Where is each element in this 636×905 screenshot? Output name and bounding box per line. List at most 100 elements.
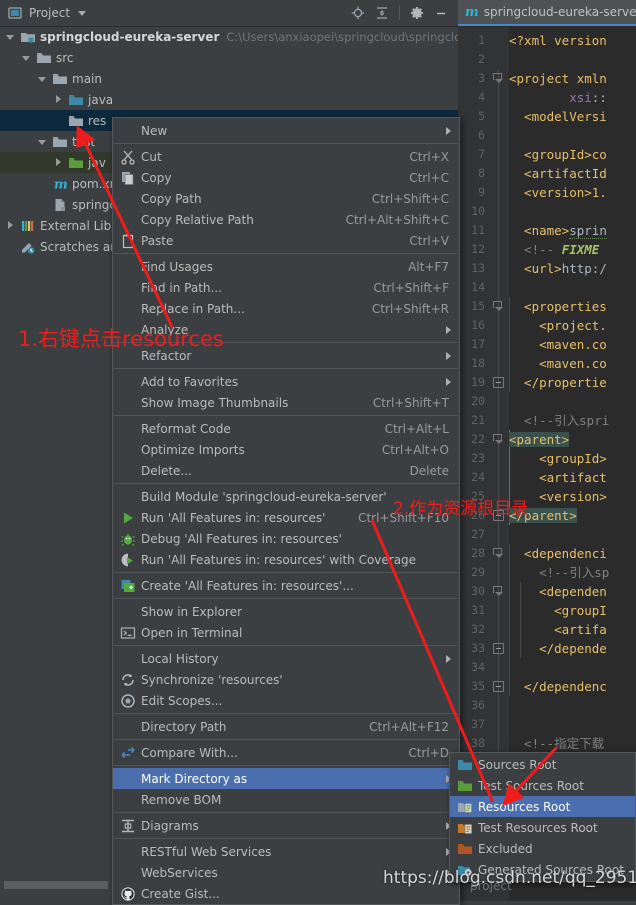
line-number: 37 xyxy=(471,717,485,731)
chevron-down-icon[interactable] xyxy=(38,74,48,84)
chevron-right-icon[interactable] xyxy=(54,157,64,168)
chevron-down-icon[interactable] xyxy=(38,137,48,147)
code-line: <artifact xyxy=(509,470,607,485)
menu-item-edit-scopes[interactable]: Edit Scopes... xyxy=(113,690,459,711)
menu-item-label: Debug 'All Features in: resources' xyxy=(141,531,342,546)
line-number: 15 xyxy=(471,299,485,313)
submenu-item-test-resources-root[interactable]: Test Resources Root xyxy=(450,817,635,838)
submenu-item-sources-root[interactable]: Sources Root xyxy=(450,754,635,775)
menu-item-optimize-imports[interactable]: Optimize Imports Ctrl+Alt+O xyxy=(113,439,459,460)
code-line: <dependenci xyxy=(509,546,607,561)
code-line: <artifa xyxy=(509,622,607,637)
fold-toggle-line-30[interactable] xyxy=(493,586,504,597)
menu-item-cut[interactable]: Cut Ctrl+X xyxy=(113,146,459,167)
menu-item-shortcut: Alt+F7 xyxy=(408,259,449,274)
mark-directory-as-submenu[interactable]: Sources Root Test Sources Root Resources R… xyxy=(449,752,636,882)
tree-node-main[interactable]: main xyxy=(0,68,458,89)
menu-item-find-in-path[interactable]: Find in Path... Ctrl+Shift+F xyxy=(113,277,459,298)
sync-icon xyxy=(120,672,136,688)
menu-item-reformat-code[interactable]: Reformat Code Ctrl+Alt+L xyxy=(113,418,459,439)
menu-item-debug-all-features-in-resources[interactable]: Debug 'All Features in: resources' xyxy=(113,528,459,549)
menu-item-label: Open in Terminal xyxy=(141,625,243,640)
menu-item-copy-relative-path[interactable]: Copy Relative Path Ctrl+Alt+Shift+C xyxy=(113,209,459,230)
line-number: 2 xyxy=(478,52,485,66)
submenu-arrow-icon xyxy=(446,655,451,663)
menu-item-add-to-favorites[interactable]: Add to Favorites xyxy=(113,371,459,392)
menu-separator xyxy=(114,812,458,813)
menu-item-remove-bom[interactable]: Remove BOM xyxy=(113,789,459,810)
fold-toggle-line-19[interactable] xyxy=(493,377,504,388)
fold-toggle-line-22[interactable] xyxy=(493,434,504,445)
menu-item-show-in-explorer[interactable]: Show in Explorer xyxy=(113,601,459,622)
menu-item-restful-web-services[interactable]: RESTful Web Services xyxy=(113,841,459,862)
menu-item-delete[interactable]: Delete... Delete xyxy=(113,460,459,481)
tree-node-src[interactable]: src xyxy=(0,47,458,68)
menu-item-label: Find Usages xyxy=(141,259,214,274)
menu-item-compare-with[interactable]: Compare With... Ctrl+D xyxy=(113,742,459,763)
chevron-down-icon[interactable] xyxy=(22,53,32,63)
code-line: <!-- FIXME xyxy=(509,242,600,257)
menu-item-new[interactable]: New xyxy=(113,120,459,141)
submenu-item-test-sources-root[interactable]: Test Sources Root xyxy=(450,775,635,796)
menu-item-label: Refactor xyxy=(141,348,192,363)
tree-node-springcloud-eureka-server[interactable]: springcloud-eureka-server C:\Users\anxiao… xyxy=(0,26,458,47)
menu-item-shortcut: Ctrl+Alt+Shift+C xyxy=(345,212,449,227)
code-line: <project xmln xyxy=(509,71,607,86)
fold-toggle-line-28[interactable] xyxy=(493,548,504,559)
menu-item-show-image-thumbnails[interactable]: Show Image Thumbnails Ctrl+Shift+T xyxy=(113,392,459,413)
minimize-icon[interactable] xyxy=(430,2,452,24)
fold-toggle-line-35[interactable] xyxy=(493,681,504,692)
menu-item-find-usages[interactable]: Find Usages Alt+F7 xyxy=(113,256,459,277)
sources-root-icon xyxy=(457,757,473,773)
copy-icon xyxy=(120,170,136,186)
terminal-icon xyxy=(120,625,136,641)
code-line: xsi:: xyxy=(569,90,607,105)
submenu-item-excluded[interactable]: Excluded xyxy=(450,838,635,859)
chevron-right-icon[interactable] xyxy=(6,220,16,231)
menu-item-copy-path[interactable]: Copy Path Ctrl+Shift+C xyxy=(113,188,459,209)
gear-icon[interactable] xyxy=(406,2,428,24)
context-menu[interactable]: New Cut Ctrl+X Copy Ctrl+C Copy Path Ctrl+Shif… xyxy=(112,117,460,905)
github-icon xyxy=(120,886,136,902)
menu-item-synchronize-resources[interactable]: Synchronize 'resources' xyxy=(113,669,459,690)
menu-item-run-all-features-in-resources[interactable]: Run 'All Features in: resources' Ctrl+Shi… xyxy=(113,507,459,528)
tool-window-header: Project xyxy=(0,0,458,27)
tree-node-java[interactable]: java xyxy=(0,89,458,110)
line-number: 31 xyxy=(471,603,485,617)
menu-item-mark-directory-as[interactable]: Mark Directory as xyxy=(113,768,459,789)
menu-item-create-all-features-in-resources[interactable]: Create 'All Features in: resources'... xyxy=(113,575,459,596)
menu-item-directory-path[interactable]: Directory Path Ctrl+Alt+F12 xyxy=(113,716,459,737)
menu-item-icon-placeholder xyxy=(120,123,136,139)
scopes-icon xyxy=(120,693,136,709)
menu-item-diagrams[interactable]: Diagrams xyxy=(113,815,459,836)
compare-icon xyxy=(120,745,136,761)
submenu-item-resources-root[interactable]: Resources Root xyxy=(450,796,635,817)
menu-item-shortcut: Ctrl+Alt+O xyxy=(381,442,449,457)
menu-item-run-all-features-in-resources-with-coverage[interactable]: Run 'All Features in: resources' with Co… xyxy=(113,549,459,570)
editor-tab-pom-xml[interactable]: m springcloud-eureka-server xyxy=(458,0,636,26)
code-line: <url>http:/ xyxy=(509,261,607,276)
fold-toggle-line-3[interactable] xyxy=(493,73,504,84)
watermark-label: project xyxy=(470,879,512,893)
fold-toggle-line-26[interactable] xyxy=(493,510,504,521)
menu-item-local-history[interactable]: Local History xyxy=(113,648,459,669)
menu-item-replace-in-path[interactable]: Replace in Path... Ctrl+Shift+R xyxy=(113,298,459,319)
menu-item-build-module-springcloud-eureka-server[interactable]: Build Module 'springcloud-eureka-server' xyxy=(113,486,459,507)
menu-item-refactor[interactable]: Refactor xyxy=(113,345,459,366)
chevron-down-icon[interactable] xyxy=(6,32,16,42)
fold-toggle-line-33[interactable] xyxy=(493,643,504,654)
menu-item-shortcut: Ctrl+Alt+L xyxy=(384,421,449,436)
horizontal-scrollbar-thumb[interactable] xyxy=(4,881,108,889)
menu-item-label: Cut xyxy=(141,149,162,164)
menu-item-copy[interactable]: Copy Ctrl+C xyxy=(113,167,459,188)
tree-node-label: Scratches ar xyxy=(40,239,116,254)
fold-toggle-line-15[interactable] xyxy=(493,301,504,312)
line-number: 29 xyxy=(471,565,485,579)
locate-icon[interactable] xyxy=(347,2,369,24)
menu-item-paste[interactable]: Paste Ctrl+V xyxy=(113,230,459,251)
collapse-all-icon[interactable] xyxy=(371,2,393,24)
menu-item-open-in-terminal[interactable]: Open in Terminal xyxy=(113,622,459,643)
chevron-down-icon[interactable] xyxy=(78,10,87,16)
chevron-right-icon[interactable] xyxy=(54,94,64,105)
menu-item-analyze[interactable]: Analyze xyxy=(113,319,459,340)
